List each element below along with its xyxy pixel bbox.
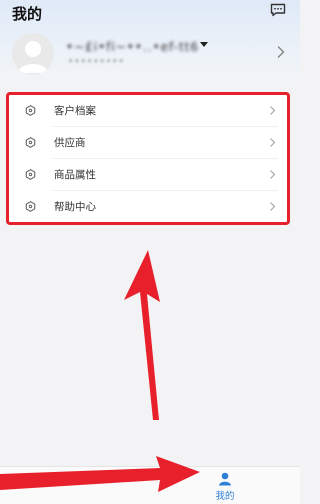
user-id: ••••••••• <box>68 57 125 67</box>
chevron-right-icon <box>270 170 276 179</box>
home-icon <box>68 473 82 485</box>
chevron-right-icon <box>270 106 276 115</box>
menu-item-customer-archive[interactable]: 客户档案 <box>8 95 290 126</box>
avatar[interactable] <box>12 33 54 75</box>
hexagon-icon <box>25 201 36 212</box>
annotation-arrow-up <box>124 250 160 420</box>
page-title: 我的 <box>12 5 43 23</box>
menu-card: 客户档案 供应商 商品属性 帮助中心 <box>8 95 290 222</box>
avatar-placeholder-icon <box>18 41 48 73</box>
menu-item-label: 供应商 <box>54 137 86 149</box>
menu-item-supplier[interactable]: 供应商 <box>8 127 290 158</box>
chevron-right-icon <box>270 138 276 147</box>
hexagon-icon <box>25 105 36 116</box>
caret-down-icon[interactable] <box>200 42 208 47</box>
hexagon-icon <box>25 137 36 148</box>
chevron-right-icon[interactable] <box>276 45 286 59</box>
menu-item-label: 帮助中心 <box>54 201 96 213</box>
tab-label: 我的 <box>215 491 235 502</box>
tab-mine[interactable]: 我的 <box>150 467 300 504</box>
menu-item-label: 客户档案 <box>54 105 96 117</box>
user-icon <box>219 472 231 486</box>
menu-item-product-attributes[interactable]: 商品属性 <box>8 159 290 190</box>
profile-row[interactable]: •~£i•fi~••..•ef-tt6 ••••••••• <box>12 33 288 75</box>
username: •~£i•fi~••..•ef-tt6 <box>66 40 199 54</box>
hexagon-icon <box>25 169 36 180</box>
chevron-right-icon <box>270 202 276 211</box>
bottom-tab-bar: 我的 <box>0 466 300 504</box>
tab-home[interactable] <box>0 467 150 504</box>
menu-item-help-center[interactable]: 帮助中心 <box>8 191 290 222</box>
menu-item-label: 商品属性 <box>54 169 96 181</box>
message-icon[interactable] <box>270 3 286 17</box>
